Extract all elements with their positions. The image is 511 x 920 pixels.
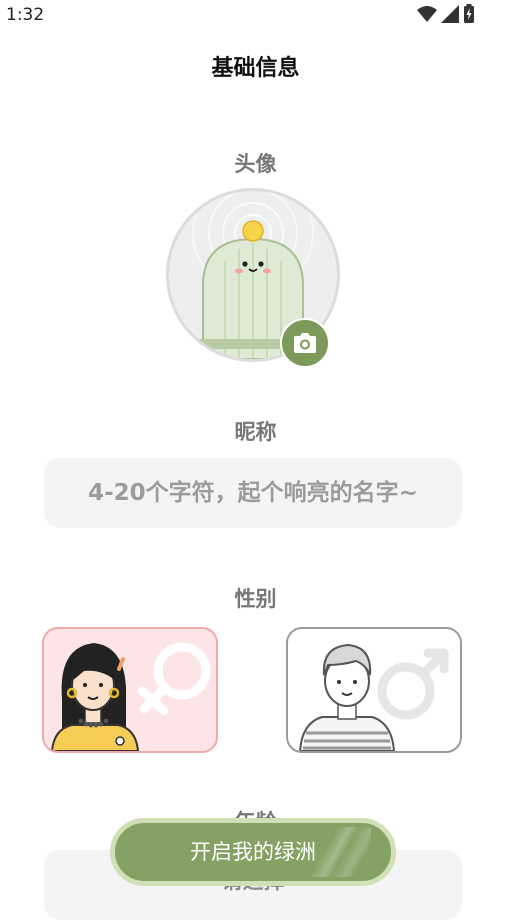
signal-icon	[441, 5, 459, 23]
male-avatar-illustration	[298, 643, 449, 751]
status-time: 1:32	[6, 5, 45, 25]
gender-label: 性别	[234, 587, 277, 611]
camera-icon	[294, 333, 316, 353]
female-symbol-icon	[137, 642, 211, 716]
gender-option-female[interactable]	[42, 627, 218, 753]
avatar-picker[interactable]	[166, 188, 340, 368]
female-avatar-illustration	[50, 642, 211, 751]
battery-icon	[464, 4, 474, 23]
page-title: 基础信息	[211, 56, 300, 81]
gender-option-male[interactable]	[286, 627, 462, 753]
status-icons	[417, 4, 475, 24]
start-oasis-button-label: 开启我的绿洲	[190, 840, 316, 864]
button-gloss	[311, 827, 371, 877]
male-symbol-icon	[377, 648, 449, 720]
camera-button[interactable]	[280, 318, 330, 368]
nickname-input[interactable]	[44, 458, 462, 528]
start-oasis-button[interactable]: 开启我的绿洲	[110, 818, 396, 886]
nickname-label: 昵称	[234, 420, 277, 444]
status-bar: 1:32	[0, 0, 511, 32]
avatar-label: 头像	[234, 152, 277, 176]
wifi-icon	[417, 6, 437, 22]
